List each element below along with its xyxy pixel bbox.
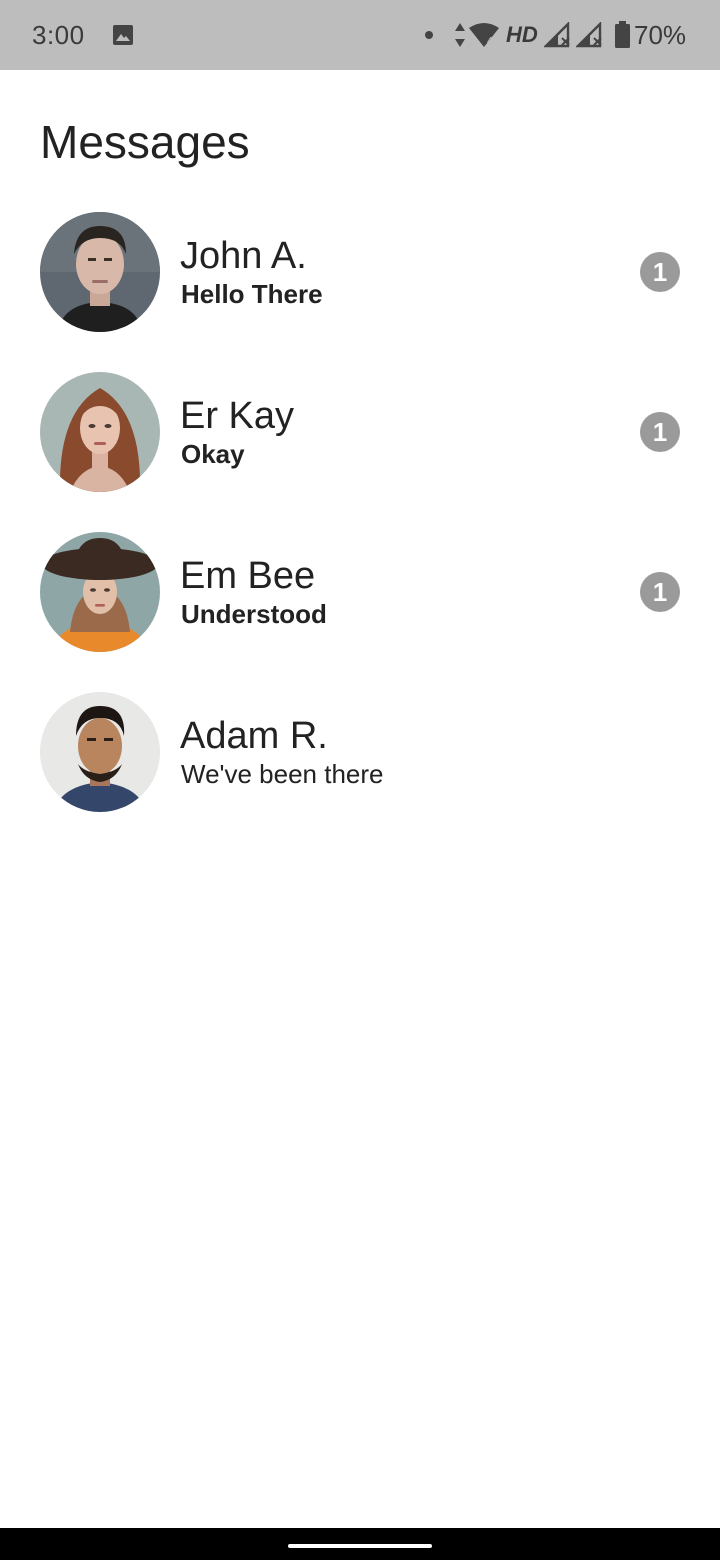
notification-dot-icon <box>425 31 433 39</box>
gallery-icon <box>113 25 133 45</box>
conversation-item[interactable]: Em Bee Understood 1 <box>0 512 720 672</box>
svg-text:4: 4 <box>487 36 493 47</box>
avatar <box>40 212 160 332</box>
avatar-image <box>40 212 160 332</box>
message-preview: We've been there <box>181 759 384 789</box>
signal-icon <box>544 22 570 48</box>
status-time: 3:00 <box>32 20 85 50</box>
battery-percentage: 70% <box>634 20 687 50</box>
unread-badge: 1 <box>640 412 680 452</box>
unread-badge: 1 <box>640 572 680 612</box>
avatar-image <box>40 532 160 652</box>
unread-badge: 1 <box>640 252 680 292</box>
message-preview: Understood <box>181 599 327 629</box>
conversation-item[interactable]: John A. Hello There 1 <box>0 192 720 352</box>
message-preview: Hello There <box>181 279 323 309</box>
navigation-bar <box>0 1528 720 1560</box>
status-bar: 3:00 4 HD 70% <box>0 0 720 70</box>
network-type-label: HD <box>506 22 538 47</box>
avatar <box>40 532 160 652</box>
home-handle[interactable] <box>288 1544 432 1548</box>
conversation-item[interactable]: Er Kay Okay 1 <box>0 352 720 512</box>
page-title: Messages <box>40 116 250 168</box>
data-arrows-icon <box>455 23 465 47</box>
avatar-image <box>40 692 160 812</box>
conversation-item[interactable]: Adam R. We've been there <box>0 672 720 832</box>
avatar-image <box>40 372 160 492</box>
wifi-icon: 4 <box>469 23 499 47</box>
contact-name: John A. <box>180 235 307 277</box>
contact-name: Em Bee <box>180 555 316 597</box>
conversation-list: John A. Hello There 1 Er Kay Okay 1 Em B… <box>0 192 720 832</box>
signal-icon <box>576 22 602 48</box>
battery-icon <box>615 21 630 48</box>
message-preview: Okay <box>181 439 245 469</box>
avatar <box>40 372 160 492</box>
contact-name: Er Kay <box>180 395 295 437</box>
contact-name: Adam R. <box>180 715 328 757</box>
avatar <box>40 692 160 812</box>
